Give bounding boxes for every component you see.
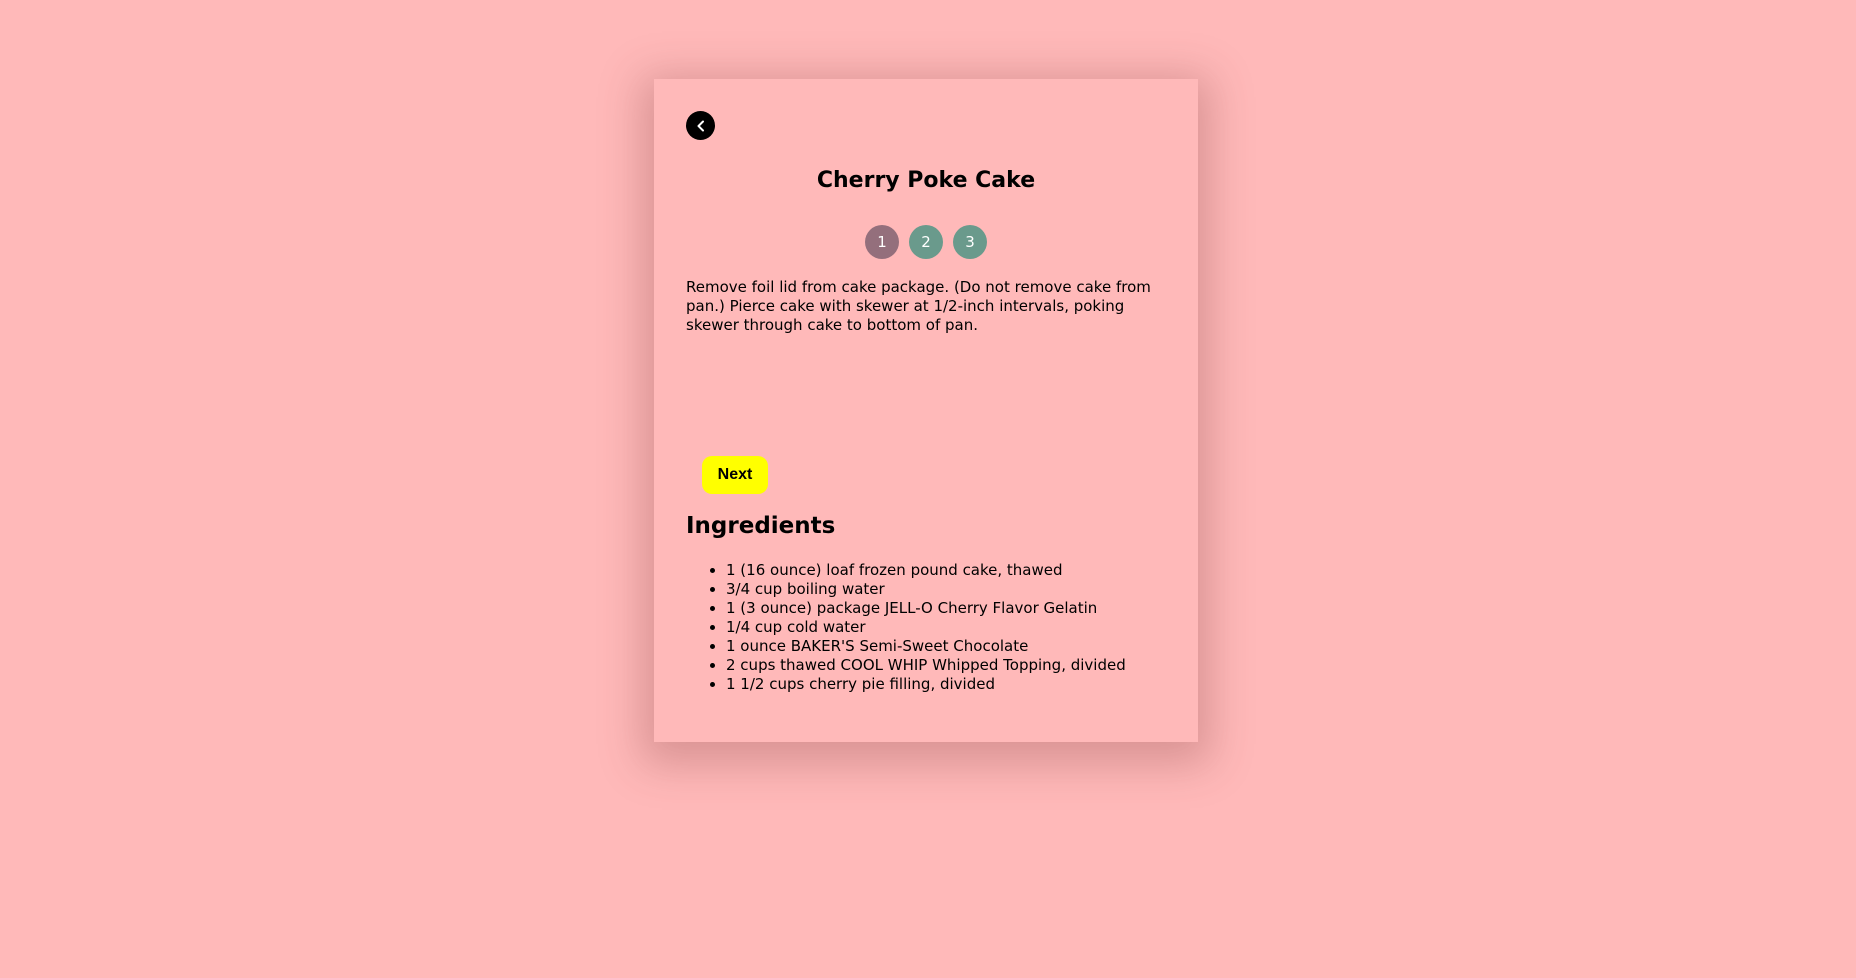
ingredients-heading: Ingredients <box>686 513 836 539</box>
ingredient-item: 2 cups thawed COOL WHIP Whipped Topping,… <box>726 656 1196 675</box>
recipe-card: Cherry Poke Cake 1 2 3 Remove foil lid f… <box>654 79 1198 742</box>
step-indicator: 1 2 3 <box>654 225 1198 259</box>
ingredient-item: 1 (16 ounce) loaf frozen pound cake, tha… <box>726 561 1196 580</box>
recipe-title: Cherry Poke Cake <box>816 168 1036 193</box>
ingredient-item: 1 ounce BAKER'S Semi-Sweet Chocolate <box>726 637 1196 656</box>
ingredient-item: 1 1/2 cups cherry pie filling, divided <box>726 675 1196 694</box>
next-button[interactable]: Next <box>702 456 768 494</box>
back-button[interactable] <box>686 111 715 140</box>
ingredient-item: 3/4 cup boiling water <box>726 580 1196 599</box>
step-instruction: Remove foil lid from cake package. (Do n… <box>686 278 1151 334</box>
step-1-button[interactable]: 1 <box>865 225 899 259</box>
step-3-button[interactable]: 3 <box>953 225 987 259</box>
chevron-left-icon <box>697 120 704 131</box>
ingredient-item: 1 (3 ounce) package JELL-O Cherry Flavor… <box>726 599 1196 618</box>
step-2-button[interactable]: 2 <box>909 225 943 259</box>
ingredients-list: 1 (16 ounce) loaf frozen pound cake, tha… <box>686 561 1196 694</box>
ingredient-item: 1/4 cup cold water <box>726 618 1196 637</box>
